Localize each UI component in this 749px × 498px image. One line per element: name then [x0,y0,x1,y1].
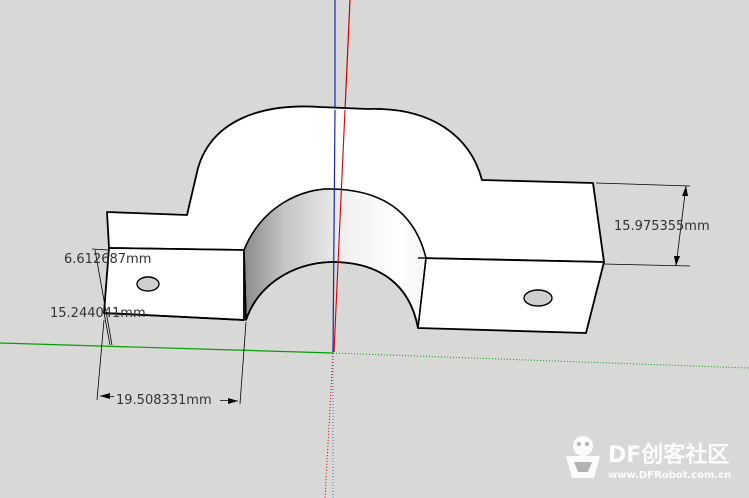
left-mount-hole [136,276,160,292]
green-axis [0,342,334,354]
dimension-span-label: 19.508331mm [116,393,212,408]
dimension-width[interactable]: 15.975355mm [595,182,710,267]
dimension-span[interactable]: 19.508331mm [96,319,247,408]
green-axis-dotted [332,352,749,369]
viewport-canvas[interactable]: 15.975355mm 6.612687mm 15.244041mm 19.50… [0,0,749,498]
modeling-viewport[interactable]: 15.975355mm 6.612687mm 15.244041mm 19.50… [0,0,749,498]
right-mount-hole [523,289,553,307]
watermark: DF创客社区 www.DFRobot.com.cn [566,436,731,481]
dimension-height-label: 15.244041mm [50,306,146,321]
clamp-model[interactable] [103,105,605,334]
dimension-hole-offset-label: 6.612687mm [64,252,151,267]
red-axis [344,0,351,111]
red-axis-dotted [324,352,334,498]
dimension-height[interactable]: 15.244041mm [50,306,146,346]
watermark-brand: DF创客社区 [608,442,729,468]
dimension-width-label: 15.975355mm [614,219,710,234]
axes [334,0,351,111]
watermark-url: www.DFRobot.com.cn [608,470,731,481]
robot-logo-icon [566,436,600,478]
